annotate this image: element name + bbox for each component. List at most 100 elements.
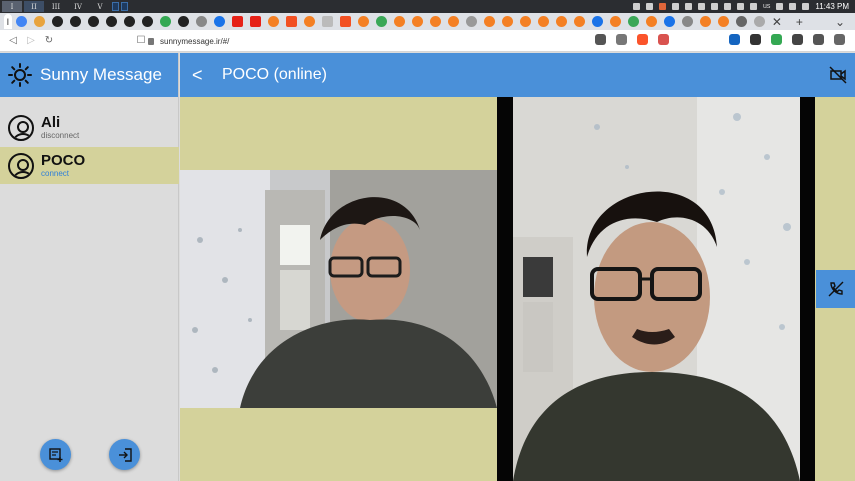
tab-favicon-icon[interactable] <box>753 16 765 27</box>
stackoverflow-icon[interactable] <box>447 16 459 27</box>
workspace-thumb[interactable] <box>112 2 119 11</box>
stackoverflow-icon[interactable] <box>393 16 405 27</box>
tab-favicon-icon[interactable] <box>15 16 27 27</box>
hangup-button[interactable] <box>816 270 855 308</box>
workspace-1[interactable]: I <box>2 1 22 12</box>
workspace-4[interactable]: IV <box>68 1 88 12</box>
settings-icon[interactable] <box>681 16 693 27</box>
close-tab-icon[interactable]: ✕ <box>772 15 782 29</box>
new-chat-button[interactable] <box>40 439 71 470</box>
wifi-icon[interactable] <box>789 3 797 10</box>
stackoverflow-icon[interactable] <box>429 16 441 27</box>
back-icon[interactable]: ◁ <box>4 35 22 46</box>
stackoverflow-icon[interactable] <box>555 16 567 27</box>
local-video <box>180 170 497 408</box>
tab-favicon-icon[interactable] <box>195 16 207 27</box>
new-tab-icon[interactable]: + <box>796 15 803 29</box>
mic-icon[interactable] <box>776 3 784 10</box>
download-icon[interactable] <box>735 16 747 27</box>
clipboard-icon[interactable] <box>632 3 640 10</box>
active-tab[interactable]: I <box>4 14 12 29</box>
tab-favicon-icon[interactable] <box>663 16 675 27</box>
microsoft-icon[interactable] <box>339 16 351 27</box>
tab-favicon-icon[interactable] <box>627 16 639 27</box>
contact-item-poco[interactable]: POCO connect <box>0 147 179 184</box>
tab-search-icon[interactable]: ⌄ <box>835 15 845 29</box>
chat-header: < POCO (online) <box>180 53 855 97</box>
microsoft-icon[interactable] <box>285 16 297 27</box>
workspace-3[interactable]: III <box>46 1 66 12</box>
stackoverflow-icon[interactable] <box>537 16 549 27</box>
camera-indicator-icon[interactable] <box>595 34 606 45</box>
contact-name: Ali <box>41 113 61 131</box>
battery-icon[interactable] <box>802 3 810 10</box>
youtube-icon[interactable] <box>249 16 261 27</box>
stackoverflow-icon[interactable] <box>519 16 531 27</box>
youtube-icon[interactable] <box>231 16 243 27</box>
phone-icon[interactable] <box>749 3 757 10</box>
workspace-5[interactable]: V <box>90 1 110 12</box>
stackoverflow-icon[interactable] <box>411 16 423 27</box>
tab-favicon-icon[interactable] <box>465 16 477 27</box>
chat-icon[interactable] <box>645 3 653 10</box>
stackoverflow-icon[interactable] <box>717 16 729 27</box>
workspace-2[interactable]: II <box>24 1 44 12</box>
notes-icon[interactable] <box>684 3 692 10</box>
reload-icon[interactable]: ↻ <box>40 35 58 46</box>
extension-icon[interactable] <box>771 34 782 45</box>
forward-icon[interactable]: ▷ <box>22 35 40 46</box>
sunny-message-app: Sunny Message Ali disconnect POCO connec… <box>0 53 855 481</box>
update-icon[interactable] <box>671 3 679 10</box>
browser-address-bar: ◁ ▷ ↻ ☐ sunnymessage.ir/#/ <box>0 30 855 52</box>
bluetooth-icon[interactable] <box>736 3 744 10</box>
wallet-icon[interactable] <box>813 34 824 45</box>
brave-icon[interactable] <box>658 3 666 10</box>
tab-favicon-icon[interactable] <box>375 16 387 27</box>
share-icon[interactable] <box>616 34 627 45</box>
brave-shields-icon[interactable] <box>637 34 648 45</box>
github-icon[interactable] <box>87 16 99 27</box>
keyboard-layout[interactable]: us <box>763 3 770 10</box>
add-note-icon <box>48 447 62 462</box>
tab-favicon-icon[interactable] <box>33 16 45 27</box>
system-top-bar: I II III IV V us 11:43 PM <box>0 0 855 13</box>
login-button[interactable] <box>109 439 140 470</box>
github-icon[interactable] <box>141 16 153 27</box>
stackoverflow-icon[interactable] <box>303 16 315 27</box>
tab-favicon-icon[interactable] <box>159 16 171 27</box>
stackoverflow-icon[interactable] <box>267 16 279 27</box>
stackoverflow-icon[interactable] <box>645 16 657 27</box>
github-icon[interactable] <box>123 16 135 27</box>
chat-panel: < POCO (online) <box>180 53 855 481</box>
stackoverflow-icon[interactable] <box>699 16 711 27</box>
workspace-thumb[interactable] <box>121 2 128 11</box>
github-icon[interactable] <box>51 16 63 27</box>
code-icon[interactable] <box>321 16 333 27</box>
location-icon[interactable] <box>697 3 705 10</box>
brave-rewards-icon[interactable] <box>658 34 669 45</box>
tab-favicon-icon[interactable] <box>213 16 225 27</box>
extension-icon[interactable] <box>729 34 740 45</box>
chat-title: POCO (online) <box>222 66 327 83</box>
github-icon[interactable] <box>105 16 117 27</box>
clock[interactable]: 11:43 PM <box>815 2 849 11</box>
github-icon[interactable] <box>177 16 189 27</box>
mute-icon[interactable] <box>710 3 718 10</box>
stackoverflow-icon[interactable] <box>573 16 585 27</box>
back-button[interactable]: < <box>192 65 212 86</box>
videocam-off-icon[interactable] <box>829 66 847 84</box>
contact-item-ali[interactable]: Ali disconnect <box>0 109 179 146</box>
extension-icon[interactable] <box>750 34 761 45</box>
menu-icon[interactable] <box>834 34 845 45</box>
github-icon[interactable] <box>69 16 81 27</box>
puzzle-icon[interactable] <box>792 34 803 45</box>
keyboard-icon[interactable] <box>723 3 731 10</box>
url-text[interactable]: sunnymessage.ir/#/ <box>160 37 229 46</box>
remote-video <box>497 97 815 481</box>
contact-status: disconnect <box>41 130 80 140</box>
stackoverflow-icon[interactable] <box>483 16 495 27</box>
stackoverflow-icon[interactable] <box>357 16 369 27</box>
stackoverflow-icon[interactable] <box>609 16 621 27</box>
stackoverflow-icon[interactable] <box>501 16 513 27</box>
tab-favicon-icon[interactable] <box>591 16 603 27</box>
